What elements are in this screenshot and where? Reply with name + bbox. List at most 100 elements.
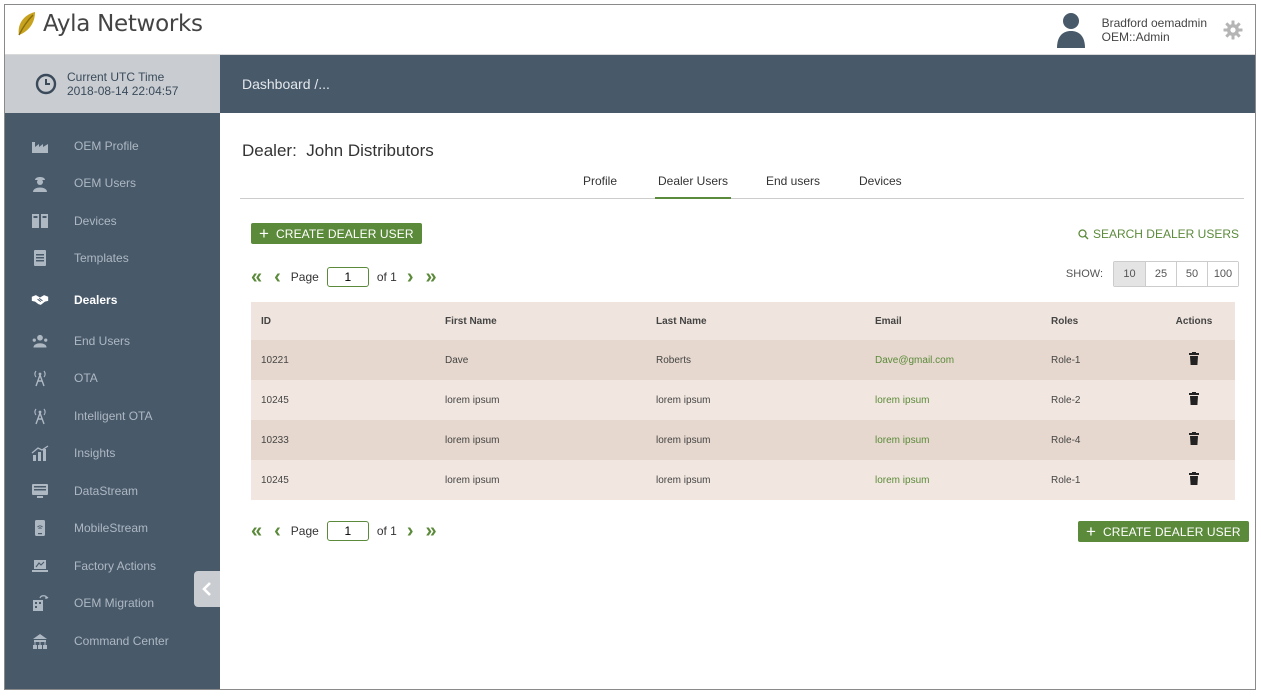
cell-id: 10245 xyxy=(261,394,289,406)
pager-top: « ‹ Page of 1 › » xyxy=(251,267,437,287)
cell-last-name: lorem ipsum xyxy=(656,474,711,486)
sidebar-item-command-center[interactable]: Command Center xyxy=(5,622,220,660)
first-page-icon[interactable]: « xyxy=(251,521,262,541)
column-header-first-name[interactable]: First Name xyxy=(435,302,646,340)
prev-page-icon[interactable]: ‹ xyxy=(274,267,281,287)
column-header-roles[interactable]: Roles xyxy=(1041,302,1153,340)
laptop-icon xyxy=(31,557,49,575)
create-dealer-user-button[interactable]: + CREATE DEALER USER xyxy=(251,223,422,244)
prev-page-icon[interactable]: ‹ xyxy=(274,521,281,541)
column-header-actions: Actions xyxy=(1175,315,1213,327)
collapse-sidebar-button[interactable] xyxy=(194,571,220,607)
table-row[interactable]: 10245 lorem ipsum lorem ipsum lorem ipsu… xyxy=(251,380,1235,420)
sidebar-item-label: DataStream xyxy=(74,483,139,498)
delete-button[interactable] xyxy=(1153,340,1235,380)
sidebar-item-label: Insights xyxy=(74,446,116,461)
tab-end-users[interactable]: End users xyxy=(766,174,820,199)
gear-icon[interactable] xyxy=(1223,20,1243,40)
page-number-input[interactable] xyxy=(326,267,369,287)
sidebar-item-label: Dealers xyxy=(74,292,118,307)
sidebar-item-insights[interactable]: Insights xyxy=(5,435,220,473)
next-page-icon[interactable]: › xyxy=(407,521,414,541)
antenna-icon xyxy=(31,369,49,387)
trash-icon xyxy=(1189,392,1199,405)
table-row[interactable]: 10245 lorem ipsum lorem ipsum lorem ipsu… xyxy=(251,460,1235,500)
first-page-icon[interactable]: « xyxy=(251,267,262,287)
top-header: Ayla Networks Bradford oemadmin OEM::Adm… xyxy=(5,5,1255,55)
sidebar-item-ota[interactable]: OTA xyxy=(5,360,220,398)
page-size-100[interactable]: 100 xyxy=(1207,262,1238,286)
user-info: Bradford oemadmin OEM::Admin xyxy=(1102,16,1207,44)
page-size-10[interactable]: 10 xyxy=(1114,262,1145,286)
sidebar-item-label: MobileStream xyxy=(74,521,149,536)
sidebar-item-intelligent-ota[interactable]: Intelligent OTA xyxy=(5,397,220,435)
next-page-icon[interactable]: › xyxy=(407,267,414,287)
sidebar-item-devices[interactable]: Devices xyxy=(5,202,220,240)
sidebar-item-mobilestream[interactable]: MobileStream xyxy=(5,510,220,548)
page-total: of 1 xyxy=(376,524,397,538)
delete-button[interactable] xyxy=(1153,380,1235,420)
user-menu[interactable]: Bradford oemadmin OEM::Admin xyxy=(1056,5,1255,55)
show-label: SHOW: xyxy=(1065,268,1103,280)
cell-id: 10245 xyxy=(261,474,289,486)
sidebar-item-end-users[interactable]: End Users xyxy=(5,322,220,360)
last-page-icon[interactable]: » xyxy=(426,267,437,287)
cell-role: Role-1 xyxy=(1051,354,1081,366)
monitor-icon xyxy=(31,482,49,500)
page-number-input[interactable] xyxy=(326,521,369,541)
cell-email[interactable]: Dave@gmail.com xyxy=(865,340,1041,380)
sidebar-item-oem-users[interactable]: OEM Users xyxy=(5,165,220,203)
sidebar-item-factory-actions[interactable]: Factory Actions xyxy=(5,547,220,585)
tab-devices[interactable]: Devices xyxy=(859,174,902,199)
page-size-25[interactable]: 25 xyxy=(1145,262,1176,286)
migration-icon xyxy=(31,594,49,612)
dealer-users-table: ID First Name Last Name Email Roles Acti… xyxy=(251,302,1235,500)
column-header-last-name[interactable]: Last Name xyxy=(646,302,865,340)
utc-clock: Current UTC Time 2018-08-14 22:04:57 xyxy=(5,55,220,113)
pager-bottom: « ‹ Page of 1 › » xyxy=(251,521,437,541)
delete-button[interactable] xyxy=(1153,420,1235,460)
column-header-id[interactable]: ID xyxy=(251,302,435,340)
clock-icon xyxy=(35,73,57,95)
table-row[interactable]: 10233 lorem ipsum lorem ipsum lorem ipsu… xyxy=(251,420,1235,460)
column-header-email[interactable]: Email xyxy=(865,302,1041,340)
mobile-icon xyxy=(31,519,49,537)
page-size-50[interactable]: 50 xyxy=(1176,262,1207,286)
create-dealer-user-label: CREATE DEALER USER xyxy=(276,226,414,241)
sidebar-item-label: Devices xyxy=(74,213,117,228)
table-row[interactable]: 10221 Dave Roberts Dave@gmail.com Role-1 xyxy=(251,340,1235,380)
last-page-icon[interactable]: » xyxy=(426,521,437,541)
user-role: OEM::Admin xyxy=(1101,30,1170,44)
breadcrumb[interactable]: Dashboard /... xyxy=(220,55,1255,113)
create-dealer-user-label: CREATE DEALER USER xyxy=(1103,524,1241,539)
users-icon xyxy=(31,332,49,350)
user-name: Bradford oemadmin xyxy=(1101,16,1207,30)
cell-role: Role-2 xyxy=(1051,394,1081,406)
cell-role: Role-4 xyxy=(1051,434,1081,446)
search-dealer-users-link[interactable]: SEARCH DEALER USERS xyxy=(1078,227,1239,241)
brand-logo[interactable]: Ayla Networks xyxy=(15,11,203,37)
sidebar-item-oem-profile[interactable]: OEM Profile xyxy=(5,127,220,165)
tab-profile[interactable]: Profile xyxy=(583,174,617,199)
cell-email[interactable]: lorem ipsum xyxy=(865,460,1041,500)
worker-icon xyxy=(31,174,49,193)
sidebar-item-datastream[interactable]: DataStream xyxy=(5,472,220,510)
tab-dealer-users[interactable]: Dealer Users xyxy=(655,174,732,199)
sidebar-item-label: OTA xyxy=(74,371,98,386)
cell-email[interactable]: lorem ipsum xyxy=(865,420,1041,460)
page-title: Dealer: John Distributors xyxy=(242,141,434,160)
user-icon xyxy=(1056,13,1085,48)
page-size-selector: SHOW: 10 25 50 100 xyxy=(1066,261,1239,287)
delete-button[interactable] xyxy=(1153,460,1235,500)
trash-icon xyxy=(1189,352,1199,365)
devices-icon xyxy=(31,212,49,230)
cell-role: Role-1 xyxy=(1051,474,1081,486)
sidebar-item-label: Intelligent OTA xyxy=(74,408,153,423)
sidebar-item-oem-migration[interactable]: OEM Migration xyxy=(5,585,220,623)
cell-first-name: Dave xyxy=(445,354,469,366)
sidebar-item-dealers[interactable]: Dealers xyxy=(5,277,220,322)
cell-email[interactable]: lorem ipsum xyxy=(865,380,1041,420)
create-dealer-user-button-bottom[interactable]: + CREATE DEALER USER xyxy=(1078,521,1249,542)
antenna-icon xyxy=(31,407,49,425)
sidebar-item-templates[interactable]: Templates xyxy=(5,240,220,278)
